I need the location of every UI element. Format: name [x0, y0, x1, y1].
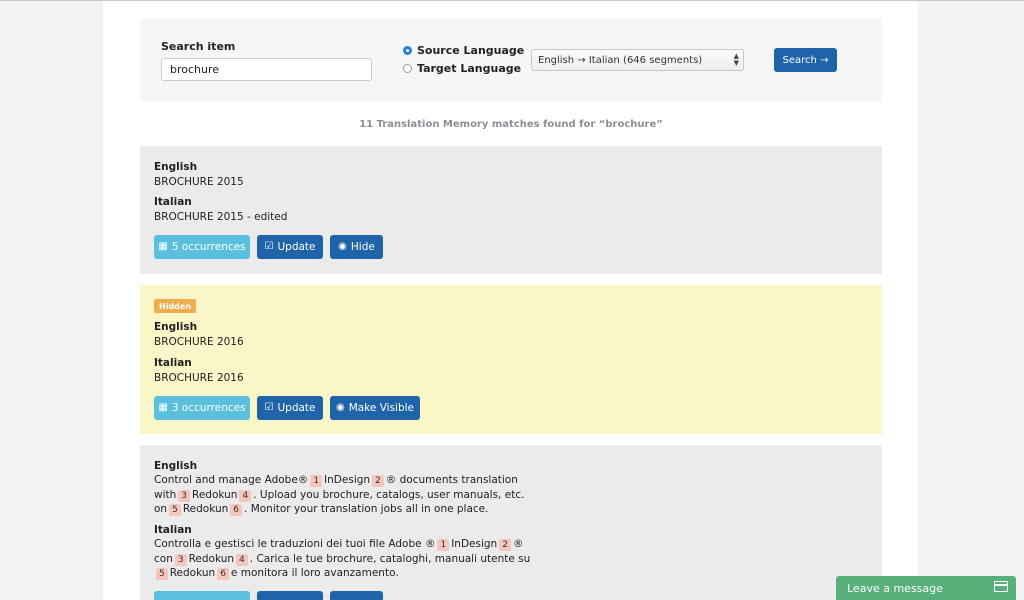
grid-icon: ▦ [158, 402, 168, 413]
target-line-3: 5 Redokun 6 e monitora il loro avanzamento. [154, 567, 399, 580]
search-panel: Search item Source Language Target Langu… [140, 18, 882, 102]
tag-marker: 1 [437, 539, 450, 551]
main-content: Search item Source Language Target Langu… [103, 1, 918, 600]
edit-icon: ☑ [264, 402, 274, 413]
update-label: Update [277, 402, 316, 414]
source-line-2: with 3 Redokun 4. Upload you brochure, cata… [154, 489, 525, 502]
search-button[interactable]: Search → [774, 48, 837, 72]
source-language-label: English [154, 161, 198, 173]
tag-marker: 4 [239, 490, 252, 502]
target-text: BROCHURE 2015 - edited [154, 211, 288, 223]
tag-marker: 2 [372, 475, 384, 487]
edit-icon: ☑ [264, 241, 274, 252]
tag-marker: 1 [310, 475, 323, 487]
leave-message-widget[interactable]: Leave a message [836, 576, 1016, 600]
target-language-label: Italian [154, 357, 192, 369]
source-line-3: on 5 Redokun 6. Monitor your translation jo… [154, 503, 489, 516]
hide-button[interactable]: ◉ Hide [330, 235, 383, 259]
target-text: BROCHURE 2016 [154, 372, 244, 384]
results-summary: 11 Translation Memory matches found for … [359, 119, 663, 130]
radio-button-unchecked[interactable] [403, 64, 412, 73]
occurrences-button[interactable]: ▦ 3 occurrences [154, 396, 250, 420]
source-text: BROCHURE 2015 [154, 176, 244, 188]
search-item-label: Search item [161, 40, 236, 53]
tag-marker: 4 [236, 554, 248, 566]
hide-button[interactable] [330, 591, 383, 600]
target-line-1: Controlla e gestisci le traduzioni dei t… [154, 538, 524, 551]
language-pair-select[interactable]: English → Italian (646 segments) ▲ ▼ [531, 49, 744, 71]
update-button[interactable] [257, 591, 323, 600]
radio-source-language-label: Source Language [417, 44, 525, 57]
result-card-3: English Control and manage Adobe® 1 InDesi… [140, 445, 882, 600]
radio-source-language[interactable]: Source Language [403, 44, 524, 57]
grid-icon: ▦ [158, 241, 168, 252]
occurrences-label: 5 occurrences [171, 241, 246, 253]
radio-button-checked[interactable] [403, 46, 412, 55]
occurrences-label: 3 occurrences [171, 402, 246, 414]
tag-marker: 3 [174, 554, 187, 566]
tag-marker: 5 [156, 568, 168, 580]
window-icon [994, 581, 1008, 592]
make-visible-button[interactable]: ◉ Make Visible [330, 396, 420, 420]
tag-marker: 5 [169, 504, 181, 516]
occurrences-button[interactable] [154, 591, 250, 600]
make-visible-label: Make Visible [348, 402, 415, 414]
tag-marker: 6 [217, 568, 229, 580]
update-button[interactable]: ☑ Update [257, 396, 323, 420]
target-language-label: Italian [154, 524, 192, 536]
source-language-label: English [154, 460, 198, 472]
eye-slash-icon: ◉ [338, 241, 347, 252]
occurrences-button[interactable]: ▦ 5 occurrences [154, 235, 250, 259]
leave-message-label: Leave a message [847, 581, 943, 595]
source-text: BROCHURE 2016 [154, 336, 244, 348]
target-language-label: Italian [154, 196, 192, 208]
tag-marker: 3 [178, 490, 191, 502]
tag-marker: 2 [499, 539, 511, 551]
result-card-1: English BROCHURE 2015 Italian BROCHURE 2… [140, 146, 882, 274]
language-pair-value: English → Italian (646 segments) [538, 54, 703, 66]
tag-marker: 6 [230, 504, 243, 516]
eye-icon: ◉ [335, 402, 345, 413]
hide-label: Hide [350, 241, 375, 253]
update-label: Update [277, 241, 316, 253]
target-line-2: con 3 Redokun 4. Carica le tue brochure, ca… [154, 553, 531, 566]
hidden-badge: Hidden [154, 299, 197, 313]
select-arrows-icon: ▲ ▼ [733, 52, 739, 67]
update-button[interactable]: ☑ Update [257, 235, 323, 259]
result-card-2: Hidden English BROCHURE 2016 Italian BRO… [140, 285, 882, 434]
search-input[interactable] [161, 58, 372, 81]
source-line-1: Control and manage Adobe® 1 InDesign 2 ® doc… [154, 474, 518, 487]
radio-target-language-label: Target Language [417, 62, 522, 75]
radio-target-language[interactable]: Target Language [403, 62, 521, 75]
source-language-label: English [154, 321, 198, 333]
